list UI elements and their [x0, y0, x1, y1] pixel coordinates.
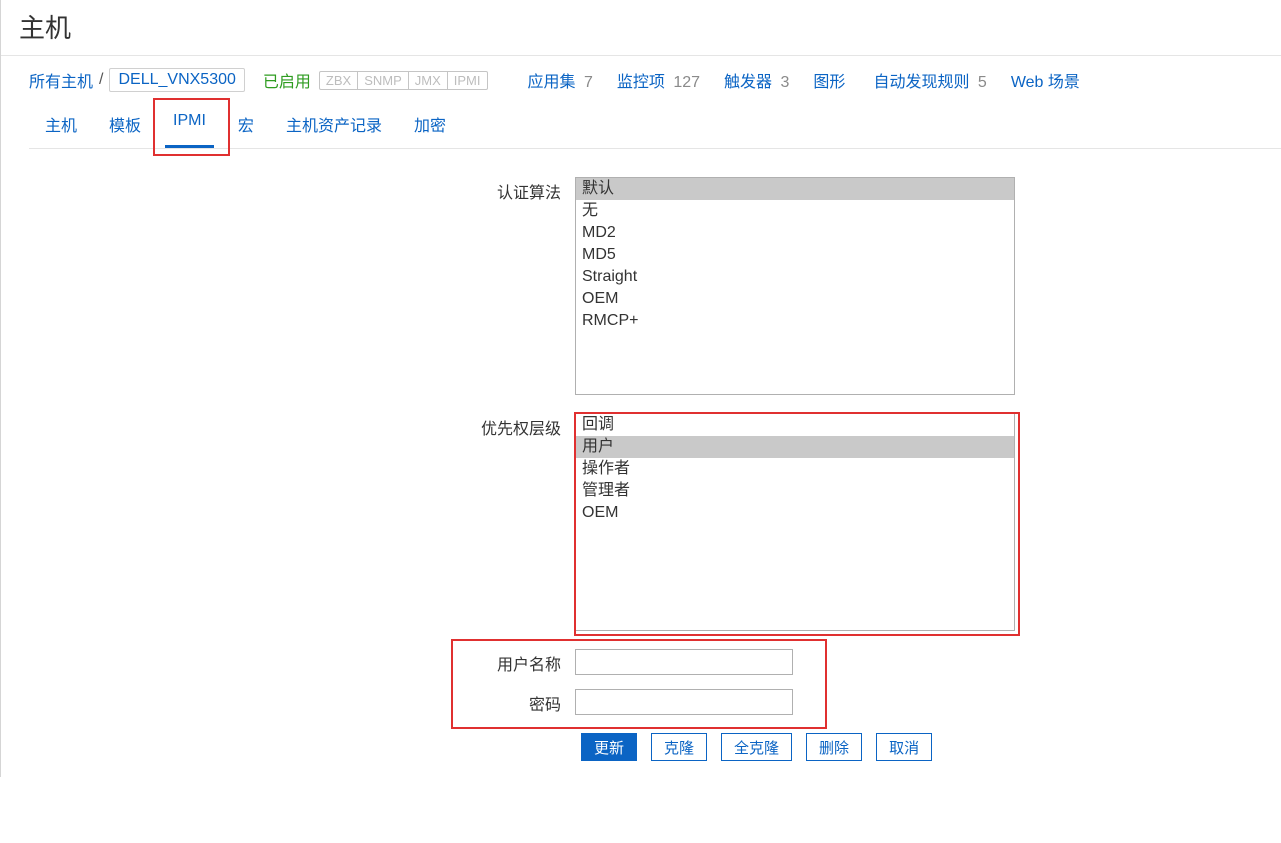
auth-algorithm-listbox[interactable]: 默认无MD2MD5StraightOEMRMCP+: [575, 177, 1015, 395]
nav-web[interactable]: Web 场景: [1011, 68, 1084, 92]
breadcrumb-all-hosts[interactable]: 所有主机: [29, 68, 93, 92]
label-username: 用户名称: [1, 649, 575, 675]
listbox-option[interactable]: 管理者: [576, 480, 1014, 502]
nav-count: 3: [781, 74, 790, 91]
label-priv: 优先权层级: [1, 413, 575, 439]
nav-discovery[interactable]: 自动发现规则 5: [873, 68, 986, 92]
username-input[interactable]: [575, 649, 793, 675]
privilege-level-listbox[interactable]: 回调用户操作者管理者OEM: [575, 413, 1015, 631]
status-enabled: 已启用: [263, 68, 311, 92]
breadcrumb-separator: /: [99, 71, 103, 89]
listbox-option[interactable]: 操作者: [576, 458, 1014, 480]
nav-count: 7: [584, 74, 593, 91]
nav-triggers[interactable]: 触发器 3: [724, 68, 789, 92]
nav-count: 127: [673, 74, 700, 91]
nav-label: 监控项: [617, 74, 665, 91]
page-title: 主机: [19, 8, 1281, 45]
tab-ipmi[interactable]: IPMI: [157, 102, 222, 148]
delete-button[interactable]: 删除: [806, 733, 862, 761]
listbox-option[interactable]: 无: [576, 200, 1014, 222]
row-auth: 认证算法 默认无MD2MD5StraightOEMRMCP+: [1, 177, 1281, 395]
listbox-option[interactable]: OEM: [576, 288, 1014, 310]
tab-inventory[interactable]: 主机资产记录: [270, 102, 398, 148]
nav-group: 应用集 7 监控项 127 触发器 3 图形 自动发现规则 5: [528, 68, 1084, 92]
label-password: 密码: [1, 689, 575, 715]
tab-template[interactable]: 模板: [93, 102, 157, 148]
nav-label: Web 场景: [1011, 74, 1080, 91]
button-row: 更新 克隆 全克隆 删除 取消: [1, 733, 1281, 761]
ipmi-form: 认证算法 默认无MD2MD5StraightOEMRMCP+ 优先权层级 回调用…: [1, 149, 1281, 777]
tab-macros[interactable]: 宏: [222, 102, 270, 148]
cancel-button[interactable]: 取消: [876, 733, 932, 761]
listbox-option[interactable]: Straight: [576, 266, 1014, 288]
interface-group: ZBX SNMP JMX IPMI: [319, 71, 488, 90]
subheader: 所有主机 / DELL_VNX5300 已启用 ZBX SNMP JMX IPM…: [1, 56, 1281, 102]
nav-label: 触发器: [724, 74, 772, 91]
iface-ipmi: IPMI: [448, 72, 487, 89]
breadcrumb-host[interactable]: DELL_VNX5300: [109, 68, 244, 92]
update-button[interactable]: 更新: [581, 733, 637, 761]
tab-encryption[interactable]: 加密: [398, 102, 462, 148]
iface-zbx: ZBX: [320, 72, 358, 89]
listbox-option[interactable]: MD5: [576, 244, 1014, 266]
nav-graphs[interactable]: 图形: [813, 68, 849, 92]
password-input[interactable]: [575, 689, 793, 715]
full-clone-button[interactable]: 全克隆: [721, 733, 792, 761]
label-auth: 认证算法: [1, 177, 575, 203]
tab-host[interactable]: 主机: [29, 102, 93, 148]
listbox-option[interactable]: OEM: [576, 502, 1014, 524]
row-username: 用户名称: [1, 649, 1281, 675]
listbox-option[interactable]: 用户: [576, 436, 1014, 458]
row-priv: 优先权层级 回调用户操作者管理者OEM: [1, 413, 1281, 631]
iface-snmp: SNMP: [358, 72, 409, 89]
nav-label: 图形: [813, 74, 845, 91]
listbox-option[interactable]: 回调: [576, 414, 1014, 436]
nav-items[interactable]: 监控项 127: [617, 68, 700, 92]
tabs: 主机 模板 IPMI 宏 主机资产记录 加密: [29, 102, 1281, 149]
iface-jmx: JMX: [409, 72, 448, 89]
listbox-option[interactable]: RMCP+: [576, 310, 1014, 332]
nav-label: 自动发现规则: [873, 74, 969, 91]
clone-button[interactable]: 克隆: [651, 733, 707, 761]
listbox-option[interactable]: MD2: [576, 222, 1014, 244]
nav-count: 5: [978, 74, 987, 91]
row-password: 密码: [1, 689, 1281, 715]
listbox-option[interactable]: 默认: [576, 178, 1014, 200]
nav-applications[interactable]: 应用集 7: [528, 68, 593, 92]
nav-label: 应用集: [528, 74, 576, 91]
